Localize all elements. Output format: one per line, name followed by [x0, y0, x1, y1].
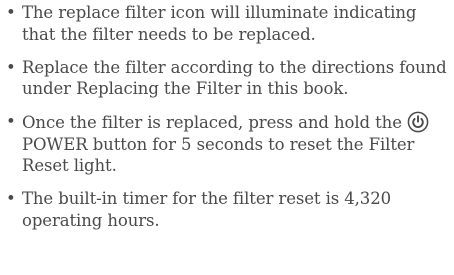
list-item: • The built-in timer for the filter rese… — [4, 188, 452, 231]
bullet-mark: • — [6, 189, 16, 208]
list-item-text-before-icon: Once the filter is replaced, press and h… — [22, 113, 402, 132]
list-item-text-after-icon: POWER button for 5 seconds to reset the … — [22, 134, 415, 176]
instruction-page: • The replace filter icon will illuminat… — [0, 0, 454, 275]
list-item-text: The built-in timer for the filter reset … — [22, 189, 392, 230]
list-item: • Replace the filter according to the di… — [4, 57, 452, 100]
bullet-mark: • — [6, 3, 16, 22]
bullet-mark: • — [6, 57, 16, 77]
list-item: • Once the filter is replaced, press and… — [4, 111, 452, 177]
bullet-mark: • — [6, 112, 16, 131]
list-item-text: Replace the filter according to the dire… — [22, 57, 447, 99]
instruction-list: • The replace filter icon will illuminat… — [4, 2, 452, 231]
power-icon — [407, 111, 429, 133]
list-item-text: The replace filter icon will illuminate … — [22, 3, 417, 44]
list-item: • The replace filter icon will illuminat… — [4, 2, 452, 45]
